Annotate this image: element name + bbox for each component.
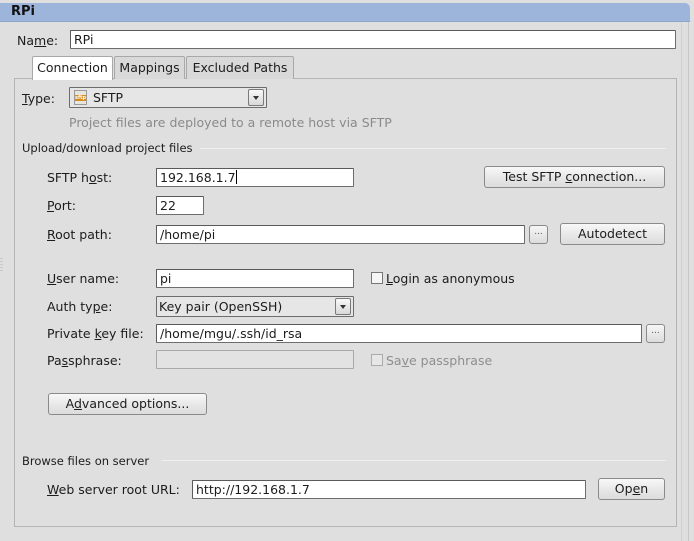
type-selected: SFTP	[93, 90, 124, 105]
tab-mappings-label: Mappings	[119, 60, 180, 75]
web-root-value: http://192.168.1.7	[196, 482, 310, 497]
root-path-label: Root path:	[47, 227, 112, 242]
web-root-input[interactable]: http://192.168.1.7	[192, 480, 586, 499]
tab-excluded-paths[interactable]: Excluded Paths	[186, 56, 294, 79]
window-titlebar: RPi	[0, 3, 690, 22]
advanced-options-label: Advanced options...	[65, 396, 190, 411]
save-passphrase-label[interactable]: Save passphrase	[386, 353, 492, 368]
advanced-options-button[interactable]: Advanced options...	[48, 393, 207, 415]
test-sftp-connection-label: Test SFTP connection...	[502, 169, 647, 184]
private-key-value: /home/mgu/.ssh/id_rsa	[160, 326, 303, 341]
login-anonymous-checkbox[interactable]	[371, 272, 383, 284]
upload-section-title: Upload/download project files	[22, 141, 193, 155]
root-path-browse-button[interactable]: ...	[529, 225, 548, 244]
autodetect-button[interactable]: Autodetect	[560, 223, 665, 245]
root-path-value: /home/pi	[160, 227, 216, 242]
sftp-icon: sftp	[74, 90, 87, 105]
user-name-label: User name:	[47, 271, 120, 286]
browse-section-separator	[162, 460, 666, 461]
root-path-input[interactable]: /home/pi	[156, 225, 525, 244]
sftp-host-input[interactable]: 192.168.1.7	[156, 168, 354, 187]
text-caret	[235, 170, 237, 184]
type-hint: Project files are deployed to a remote h…	[69, 115, 392, 130]
ellipsis-icon: ...	[534, 227, 543, 237]
sftp-host-value: 192.168.1.7	[160, 170, 236, 185]
tab-connection-label: Connection	[37, 60, 108, 75]
auth-type-selected: Key pair (OpenSSH)	[159, 299, 283, 314]
tab-mappings[interactable]: Mappings	[114, 56, 185, 79]
private-key-input[interactable]: /home/mgu/.ssh/id_rsa	[156, 324, 642, 343]
open-button[interactable]: Open	[598, 478, 665, 500]
tab-connection[interactable]: Connection	[32, 56, 113, 80]
resize-grip[interactable]	[0, 258, 3, 272]
save-passphrase-checkbox[interactable]	[371, 354, 383, 366]
sftp-host-label: SFTP host:	[47, 170, 113, 185]
name-label: Name:	[17, 33, 59, 48]
window-border	[688, 22, 689, 541]
login-anonymous-label[interactable]: Login as anonymous	[386, 271, 515, 286]
type-select[interactable]: sftp SFTP	[69, 87, 267, 108]
chevron-down-icon[interactable]	[335, 298, 351, 315]
window-title: RPi	[11, 4, 35, 19]
name-input[interactable]: RPi	[70, 30, 676, 49]
port-label: Port:	[47, 198, 76, 213]
port-value: 22	[160, 198, 176, 213]
chevron-down-icon[interactable]	[248, 89, 264, 106]
private-key-label: Private key file:	[47, 326, 144, 341]
panel-border	[681, 22, 682, 541]
port-input[interactable]: 22	[156, 196, 204, 215]
user-name-value: pi	[160, 271, 172, 286]
private-key-browse-button[interactable]: ...	[646, 324, 665, 343]
autodetect-label: Autodetect	[577, 226, 647, 241]
web-root-label: Web server root URL:	[47, 482, 180, 497]
auth-type-select[interactable]: Key pair (OpenSSH)	[156, 296, 354, 317]
test-sftp-connection-button[interactable]: Test SFTP connection...	[484, 166, 665, 188]
auth-type-label: Auth type:	[47, 299, 113, 314]
tab-excluded-paths-label: Excluded Paths	[192, 60, 288, 75]
passphrase-label: Passphrase:	[47, 353, 122, 368]
passphrase-input[interactable]	[156, 350, 354, 369]
browse-section-title: Browse files on server	[22, 454, 150, 468]
ellipsis-icon: ...	[651, 326, 660, 336]
type-label: Type:	[22, 91, 55, 106]
upload-section-separator	[200, 148, 666, 149]
user-name-input[interactable]: pi	[156, 269, 354, 288]
open-label: Open	[614, 481, 649, 496]
name-value: RPi	[74, 32, 94, 47]
